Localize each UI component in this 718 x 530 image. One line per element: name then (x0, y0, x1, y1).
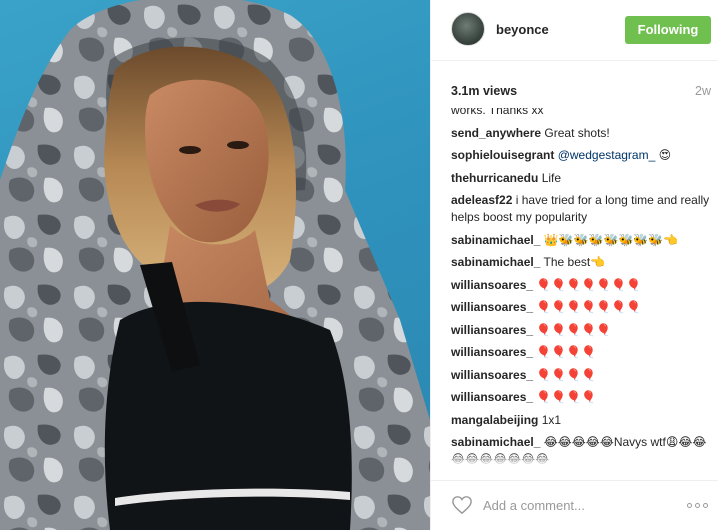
comments-list[interactable]: works. Thanks xx send_anywhere Great shot… (451, 108, 713, 466)
comment-username[interactable]: thehurricanedu (451, 171, 538, 185)
post-header: beyonce Following (431, 0, 718, 61)
comment-item: sabinamichael_ The best👈 (451, 254, 713, 271)
comment-username[interactable]: williansoares_ (451, 368, 533, 382)
comment-item: williansoares_ 🎈🎈🎈🎈 (451, 389, 713, 406)
more-dot (703, 503, 708, 508)
comment-item: sabinamichael_ 👑🐝🐝🐝🐝🐝🐝🐝👈 (451, 232, 713, 249)
comment-text: 😍 (655, 148, 672, 162)
comment-footer (431, 480, 718, 530)
comment-username[interactable]: mangalabeijing (451, 413, 538, 427)
comment-username[interactable]: sabinamichael_ (451, 233, 540, 247)
comment-text: Life (541, 170, 562, 185)
instagram-post: beyonce Following 3.1m views 2w works. T… (0, 0, 718, 530)
comment-item: works. Thanks xx (451, 108, 713, 119)
comment-item: mangalabeijing 1x1 (451, 412, 713, 429)
comment-username[interactable]: sabinamichael_ (451, 435, 540, 449)
comment-username[interactable]: send_anywhere (451, 126, 541, 140)
comment-username[interactable]: williansoares_ (451, 278, 533, 292)
comment-mention-link[interactable]: @wedgestagram_ (558, 148, 656, 162)
portrait-illustration (0, 0, 430, 530)
comment-text: 👑🐝🐝🐝🐝🐝🐝🐝👈 (543, 232, 679, 247)
comment-username[interactable]: sabinamichael_ (451, 255, 540, 269)
more-options-icon[interactable] (687, 495, 711, 515)
view-count[interactable]: 3.1m views (451, 84, 517, 98)
comment-item: williansoares_ 🎈🎈🎈🎈 (451, 344, 713, 361)
comment-item: williansoares_ 🎈🎈🎈🎈 (451, 367, 713, 384)
more-dot (687, 503, 692, 508)
comment-text: 🎈🎈🎈🎈 (536, 345, 597, 359)
comment-text: 🎈🎈🎈🎈🎈🎈🎈 (536, 277, 641, 292)
comment-username[interactable]: adeleasf22 (451, 193, 512, 207)
comment-item: adeleasf22 i have tried for a long time … (451, 192, 713, 226)
comment-item: williansoares_ 🎈🎈🎈🎈🎈 (451, 322, 713, 339)
comment-text: Great shots! (544, 125, 610, 140)
comment-text: The best👈 (543, 255, 606, 269)
comment-text: 1x1 (541, 412, 562, 427)
post-age[interactable]: 2w (695, 84, 711, 98)
comment-username[interactable]: williansoares_ (451, 300, 533, 314)
comments-scroll: works. Thanks xx send_anywhere Great shot… (451, 108, 713, 466)
comment-text: 🎈🎈🎈🎈 (536, 390, 597, 404)
post-stats: 3.1m views 2w (451, 84, 711, 100)
post-photo[interactable] (0, 0, 430, 530)
avatar[interactable] (451, 12, 485, 46)
comment-text: 🎈🎈🎈🎈🎈 (536, 322, 612, 337)
following-button[interactable]: Following (625, 16, 711, 44)
comment-item: thehurricanedu Life (451, 170, 713, 187)
comments-fade (451, 452, 713, 466)
comment-username[interactable]: sophielouisegrant (451, 148, 554, 162)
comment-item: sophielouisegrant @wedgestagram_ 😍 (451, 147, 713, 164)
post-side-panel: beyonce Following 3.1m views 2w works. T… (430, 0, 718, 530)
comment-username[interactable]: williansoares_ (451, 345, 533, 359)
comment-text: works. Thanks xx (451, 108, 544, 117)
comment-item: williansoares_ 🎈🎈🎈🎈🎈🎈🎈 (451, 277, 713, 294)
comment-username[interactable]: williansoares_ (451, 390, 533, 404)
username-link[interactable]: beyonce (496, 22, 549, 37)
comment-item: williansoares_ 🎈🎈🎈🎈🎈🎈🎈 (451, 299, 713, 316)
comment-input[interactable] (483, 495, 663, 515)
comment-username[interactable]: williansoares_ (451, 323, 533, 337)
comment-item: send_anywhere Great shots! (451, 125, 713, 142)
comment-text: 🎈🎈🎈🎈🎈🎈🎈 (536, 300, 641, 314)
more-dot (695, 503, 700, 508)
comment-text: 🎈🎈🎈🎈 (536, 367, 597, 382)
heart-icon[interactable] (451, 495, 473, 515)
